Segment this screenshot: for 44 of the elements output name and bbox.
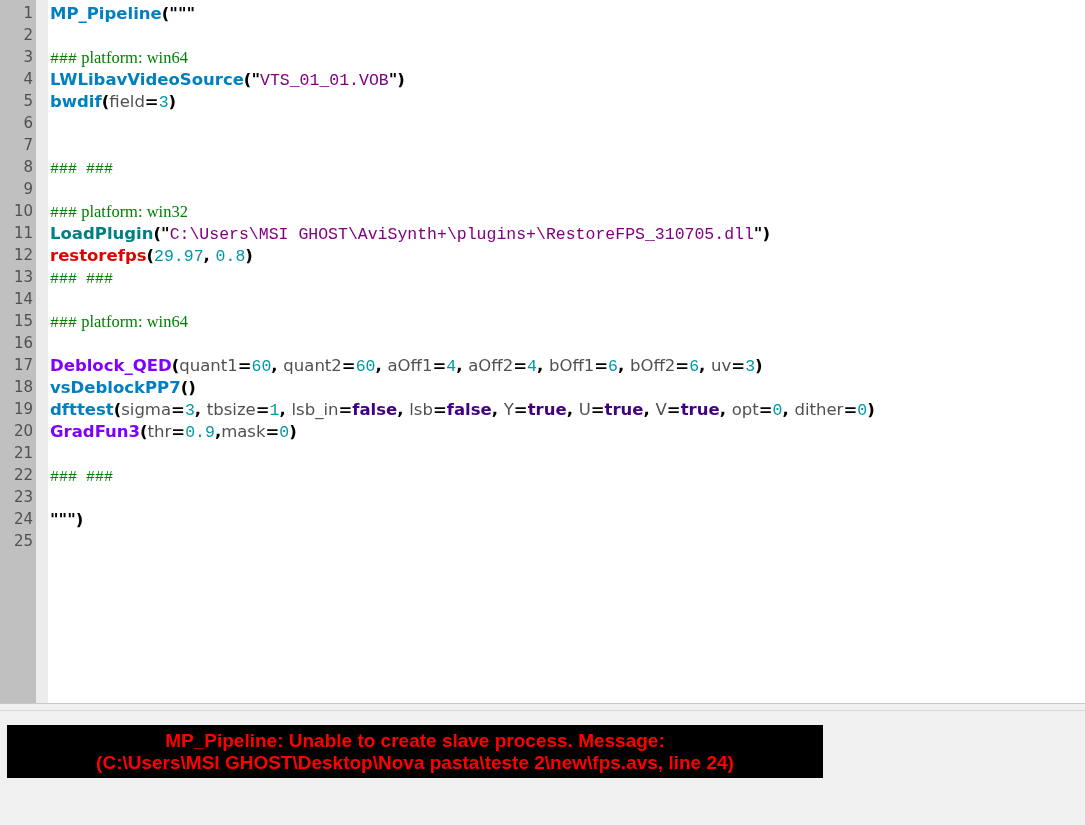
line-number: 7 (22, 136, 34, 156)
line-number: 10 (12, 202, 34, 222)
code-line: bwdif(field=3) (49, 92, 178, 114)
error-message: (C:\Users\MSI GHOST\Desktop\Nova pasta\teste 2\new\fps.avs, line 24) (96, 751, 734, 774)
line-number: 9 (22, 180, 34, 200)
code-line: GradFun3(thr=0.9,mask=0) (49, 422, 298, 444)
line-number: 4 (22, 70, 34, 90)
line-number: 12 (12, 246, 34, 266)
line-number: 1 (22, 4, 34, 24)
line-number: 13 (12, 268, 34, 288)
line-number: 23 (12, 488, 34, 508)
code-line: restorefps(29.97, 0.8) (49, 246, 254, 268)
code-line: LWLibavVideoSource("VTS_01_01.VOB") (49, 70, 406, 92)
line-number: 2 (22, 26, 34, 46)
line-number: 11 (12, 224, 34, 244)
code-line: MP_Pipeline(""" (49, 4, 197, 25)
code-line: Deblock_QED(quant1=60, quant2=60, aOff1=4, aOff2=4, bOff1=6, bOff2=6, uv=3) (49, 356, 764, 378)
line-number: 5 (22, 92, 34, 112)
code-line: LoadPlugin("C:\Users\MSI GHOST\AviSynth+\plugins+\RestoreFPS_310705.dll") (49, 224, 771, 246)
line-number: 19 (12, 400, 34, 420)
line-number: 24 (12, 510, 34, 530)
code-line: ### ### (49, 468, 114, 488)
line-number: 20 (12, 422, 34, 442)
code-line: ### platform: win32 (49, 202, 189, 224)
code-editor[interactable] (0, 0, 1085, 704)
line-number: 15 (12, 312, 34, 332)
error-message: MP_Pipeline: Unable to create slave process. Message: (165, 729, 665, 752)
code-line: ### platform: win64 (49, 48, 189, 70)
line-number: 3 (22, 48, 34, 68)
line-number: 17 (12, 356, 34, 376)
line-number: 25 (12, 532, 34, 552)
line-number: 8 (22, 158, 34, 178)
line-number: 21 (12, 444, 34, 464)
code-line: vsDeblockPP7() (49, 378, 197, 399)
line-number: 16 (12, 334, 34, 354)
line-number: 14 (12, 290, 34, 310)
line-number: 18 (12, 378, 34, 398)
line-number: 22 (12, 466, 34, 486)
line-number: 6 (22, 114, 34, 134)
code-line: dfttest(sigma=3, tbsize=1, lsb_in=false, lsb=false, Y=true, U=true, V=true, opt=0, dither=0) (49, 400, 876, 422)
code-line: ### platform: win64 (49, 312, 189, 334)
code-line: ### ### (49, 270, 114, 290)
code-line: ### ### (49, 160, 114, 180)
code-line: """) (49, 510, 85, 531)
